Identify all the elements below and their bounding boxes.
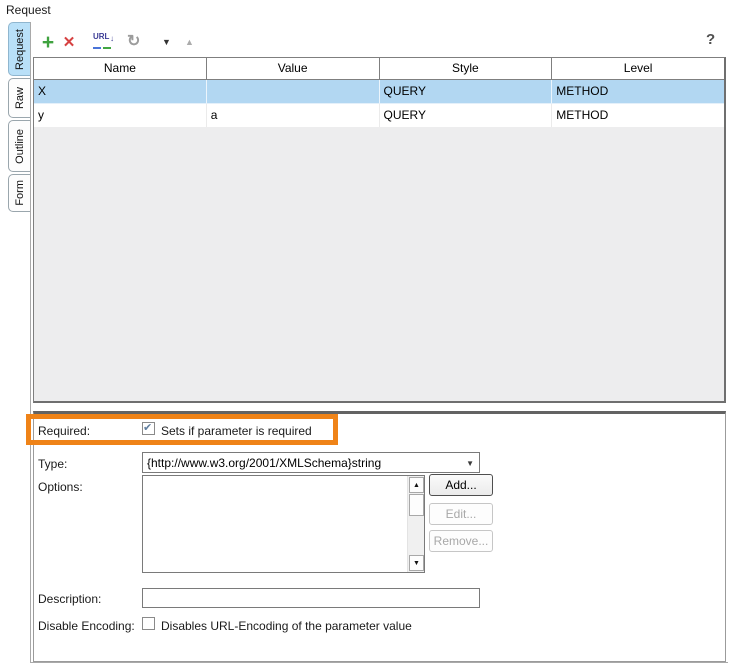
edit-option-button[interactable]: Edit... [429,503,493,525]
url-icon-arrow: ↓ [110,35,114,43]
add-param-icon[interactable]: + [39,32,57,53]
cell-level[interactable]: METHOD [552,80,724,103]
param-details-panel: Required: Sets if parameter is required … [33,411,726,662]
options-scrollbar[interactable]: ▲ ▼ [407,476,424,572]
cell-style[interactable]: QUERY [380,80,553,103]
type-label: Type: [38,457,67,471]
disable-encoding-label: Disable Encoding: [38,619,135,633]
description-label: Description: [38,592,101,606]
scroll-up-icon[interactable]: ▲ [409,477,424,493]
page-title: Request [6,3,51,17]
move-up-icon[interactable]: ▲ [183,38,195,47]
params-table: Name Value Style Level X QUERY METHOD y … [33,57,726,403]
cell-level[interactable]: METHOD [552,104,724,127]
toolbar: + ✕ URL ↓ ↻ ▼ ▲ [39,30,195,54]
remove-option-button[interactable]: Remove... [429,530,493,552]
help-icon[interactable]: ? [706,31,715,48]
add-option-button[interactable]: Add... [429,474,493,496]
tab-request-label: Request [14,29,26,70]
delete-param-icon[interactable]: ✕ [61,35,77,50]
description-input[interactable] [142,588,480,608]
tab-outline-label: Outline [14,129,26,164]
refresh-icon[interactable]: ↻ [127,34,140,50]
table-header-row: Name Value Style Level [34,58,724,80]
tab-form[interactable]: Form [8,174,31,212]
dropdown-arrow-icon[interactable]: ▼ [466,459,474,468]
tab-request[interactable]: Request [8,22,31,76]
cell-name[interactable]: y [34,104,207,127]
disable-encoding-checkbox[interactable] [142,617,155,630]
column-header-level[interactable]: Level [552,58,724,79]
required-label: Required: [38,424,90,438]
tab-raw-label: Raw [14,87,26,109]
url-icon-text: URL [93,33,109,41]
cell-style[interactable]: QUERY [380,104,553,127]
scroll-down-icon[interactable]: ▼ [409,555,424,571]
cell-name[interactable]: X [34,80,207,103]
table-row[interactable]: y a QUERY METHOD [34,104,724,128]
column-header-style[interactable]: Style [380,58,553,79]
url-icon-dashes [93,47,111,49]
extract-params-from-url-icon[interactable]: URL ↓ [93,33,119,51]
options-label: Options: [38,480,83,494]
type-dropdown-value: {http://www.w3.org/2001/XMLSchema}string [147,456,381,470]
table-row[interactable]: X QUERY METHOD [34,80,724,104]
required-checkbox[interactable] [142,422,155,435]
tab-outline[interactable]: Outline [8,120,31,172]
tab-raw[interactable]: Raw [8,78,31,118]
cell-value[interactable] [207,80,380,103]
tab-form-label: Form [14,180,26,206]
disable-encoding-checkbox-label: Disables URL-Encoding of the parameter v… [161,619,412,633]
column-header-value[interactable]: Value [207,58,380,79]
scrollbar-thumb[interactable] [409,494,424,516]
required-checkbox-label: Sets if parameter is required [161,424,312,438]
type-dropdown[interactable]: {http://www.w3.org/2001/XMLSchema}string… [142,452,480,473]
table-empty-area [34,128,724,401]
move-down-icon[interactable]: ▼ [160,38,172,47]
column-header-name[interactable]: Name [34,58,207,79]
cell-value[interactable]: a [207,104,380,127]
options-listbox[interactable]: ▲ ▼ [142,475,425,573]
